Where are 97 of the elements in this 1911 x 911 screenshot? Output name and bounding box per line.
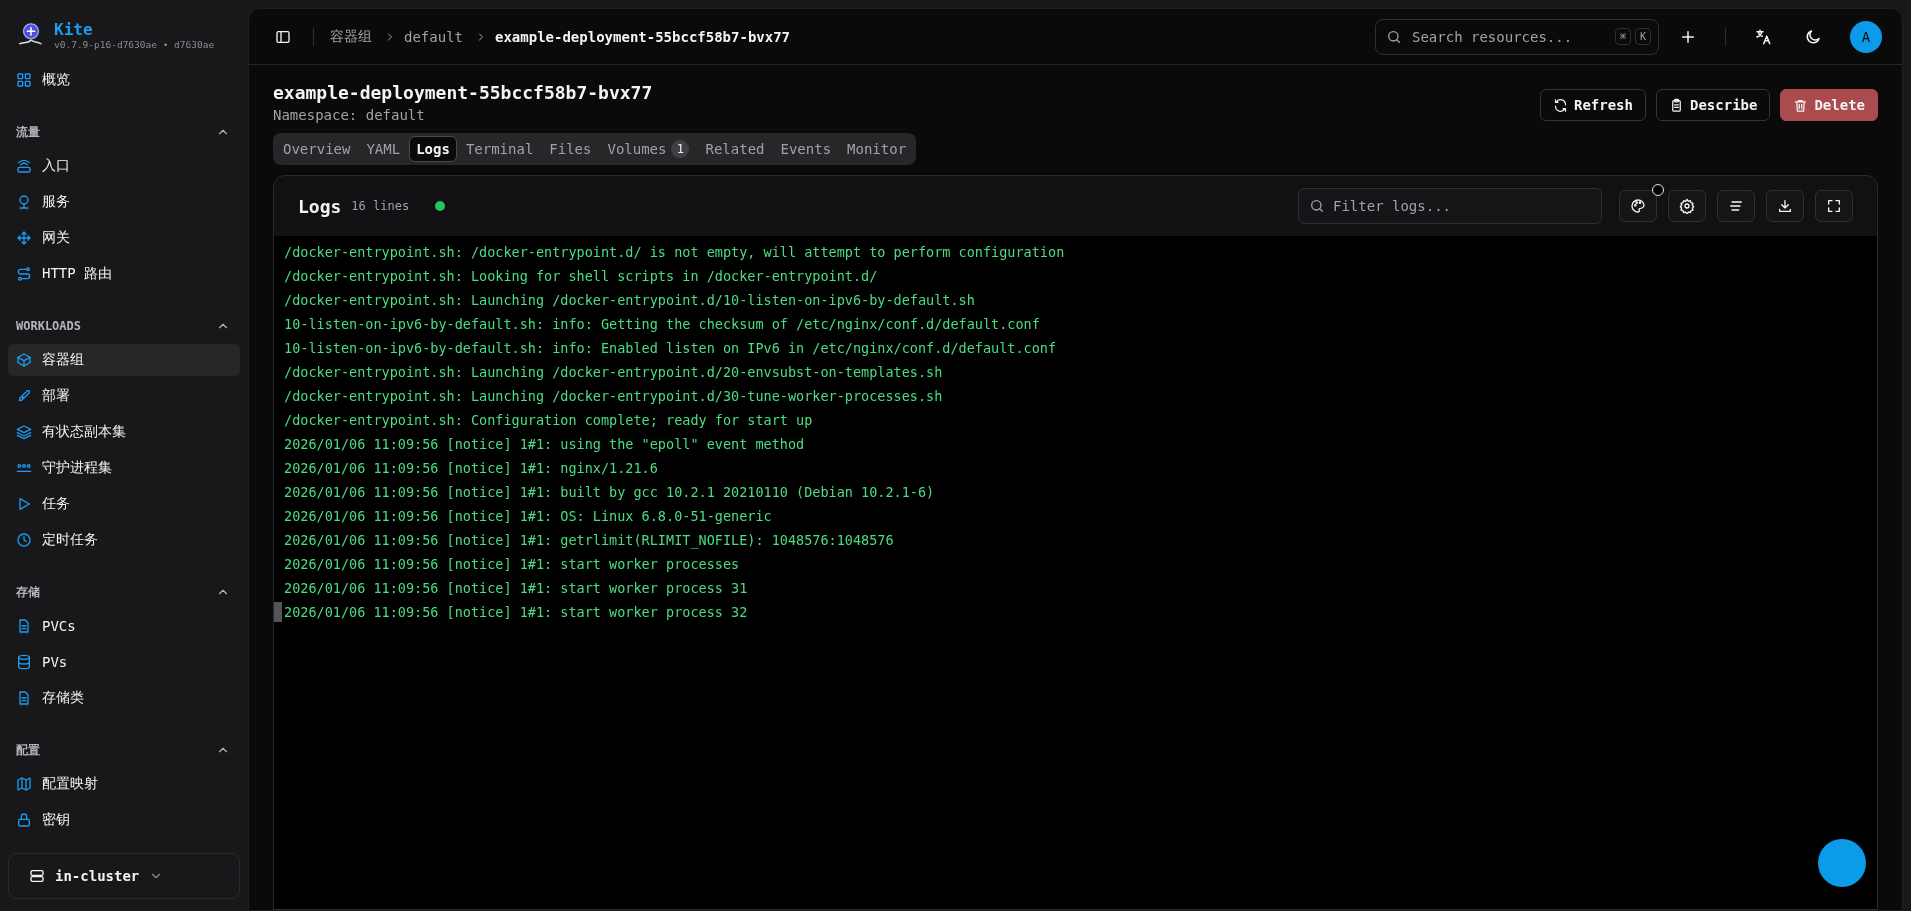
settings-icon bbox=[1679, 198, 1695, 214]
section-heading: 存储 bbox=[16, 583, 40, 601]
arrows-icon bbox=[16, 230, 32, 246]
log-line: 10-listen-on-ipv6-by-default.sh: info: Getting the checksum of /etc/nginx/conf.d/default.conf bbox=[284, 316, 1040, 332]
sidebar-item[interactable]: 定时任务 bbox=[8, 524, 240, 556]
tab[interactable]: YAML bbox=[359, 136, 408, 162]
sidebar-item[interactable]: HTTP 路由 bbox=[8, 258, 240, 290]
log-line: 2026/01/06 11:09:56 [notice] 1#1: start worker processes bbox=[284, 556, 740, 572]
palette-button[interactable] bbox=[1619, 190, 1657, 222]
play-icon bbox=[16, 496, 32, 512]
tab[interactable]: Volumes 1 bbox=[600, 136, 697, 162]
logs-title: Logs bbox=[298, 195, 342, 217]
log-line: 2026/01/06 11:09:56 [notice] 1#1: getrlimit(RLIMIT_NOFILE): 1048576:1048576 bbox=[284, 532, 894, 548]
globe-pin-icon bbox=[16, 194, 32, 210]
log-line: 2026/01/06 11:09:56 [notice] 1#1: using the "epoll" event method bbox=[284, 436, 805, 452]
sidebar-item[interactable]: 有状态副本集 bbox=[8, 416, 240, 448]
router-icon bbox=[16, 158, 32, 174]
sidebar-item[interactable]: 入口 bbox=[8, 150, 240, 182]
map-icon bbox=[16, 776, 32, 792]
database-icon bbox=[16, 654, 32, 670]
lock-icon bbox=[16, 812, 32, 828]
file-icon bbox=[16, 690, 32, 706]
version-text: v0.7.9-p16-d7630ae • d7630ae bbox=[54, 38, 215, 50]
clock-icon bbox=[16, 532, 32, 548]
grid-icon bbox=[16, 72, 32, 88]
clipboard-icon bbox=[1669, 97, 1684, 113]
app-name: Kite bbox=[54, 20, 94, 39]
namespace-text: Namespace: default bbox=[273, 106, 426, 125]
trash-icon bbox=[1793, 97, 1809, 113]
log-line: /docker-entrypoint.sh: Configuration complete; ready for start up bbox=[284, 412, 813, 428]
route-icon bbox=[16, 266, 32, 282]
search-icon bbox=[1386, 28, 1402, 45]
layers-icon bbox=[16, 424, 32, 440]
file-icon bbox=[16, 618, 32, 634]
tab[interactable]: Files bbox=[542, 136, 599, 162]
tab[interactable]: Related bbox=[698, 136, 772, 162]
log-line: 2026/01/06 11:09:56 [notice] 1#1: start worker process 31 bbox=[284, 580, 748, 596]
shortcut-key: ⌘ bbox=[1614, 27, 1631, 45]
sidebar-item[interactable]: 密钥 bbox=[8, 804, 240, 836]
breadcrumb-link[interactable]: 容器组 bbox=[330, 27, 372, 46]
tab[interactable]: Logs bbox=[409, 136, 457, 162]
refresh-icon bbox=[1552, 97, 1568, 113]
download-icon bbox=[1777, 198, 1793, 214]
fullscreen-icon bbox=[1826, 198, 1842, 214]
sidebar-item[interactable]: 概览 bbox=[8, 64, 240, 96]
sidebar-item[interactable]: PVCs bbox=[8, 610, 240, 642]
log-line: 2026/01/06 11:09:56 [notice] 1#1: OS: Linux 6.8.0-51-generic bbox=[284, 508, 772, 524]
sidebar-item[interactable]: 网关 bbox=[8, 222, 240, 254]
count-badge: 1 bbox=[671, 140, 690, 158]
breadcrumb-current: example-deployment-55bccf58b7-bvx77 bbox=[495, 28, 791, 45]
breadcrumb-link[interactable]: default bbox=[404, 28, 463, 45]
section-heading: WORKLOADS bbox=[16, 319, 82, 333]
section-heading: 配置 bbox=[16, 741, 40, 759]
server-icon bbox=[29, 868, 45, 884]
action-button[interactable]: Describe bbox=[1656, 89, 1771, 121]
log-line: 2026/01/06 11:09:56 [notice] 1#1: nginx/1.21.6 bbox=[284, 460, 658, 476]
sidebar-item[interactable]: 服务 bbox=[8, 186, 240, 218]
palette-icon bbox=[1630, 198, 1646, 214]
log-line: 10-listen-on-ipv6-by-default.sh: info: Enabled listen on IPv6 in /etc/nginx/conf.d/default.conf bbox=[284, 340, 1057, 356]
tab[interactable]: Overview bbox=[276, 136, 358, 162]
tab[interactable]: Monitor bbox=[840, 136, 914, 162]
indicator-dot bbox=[1652, 184, 1664, 196]
sidebar-item[interactable]: 部署 bbox=[8, 380, 240, 412]
translate-icon bbox=[1754, 27, 1772, 46]
lines-icon bbox=[1728, 198, 1744, 214]
log-line: /docker-entrypoint.sh: Looking for shell scripts in /docker-entrypoint.d/ bbox=[284, 268, 878, 284]
shortcut-key: K bbox=[1634, 27, 1651, 45]
log-line: 2026/01/06 11:09:56 [notice] 1#1: built by gcc 10.2.1 20210110 (Debian 10.2.1-6) bbox=[284, 484, 935, 500]
page-title: example-deployment-55bccf58b7-bvx77 bbox=[273, 81, 653, 105]
sidebar-item[interactable]: PVs bbox=[8, 646, 240, 678]
log-line: /docker-entrypoint.sh: /docker-entrypoint.d/ is not empty, will attempt to perform configuration bbox=[284, 244, 1065, 260]
log-line: /docker-entrypoint.sh: Launching /docker-entrypoint.d/20-envsubst-on-templates.sh bbox=[284, 364, 943, 380]
sidebar-item[interactable]: 配置映射 bbox=[8, 768, 240, 800]
wrap-button[interactable] bbox=[1717, 190, 1755, 222]
action-button[interactable]: Delete bbox=[1780, 89, 1878, 121]
download-button[interactable] bbox=[1766, 190, 1804, 222]
action-button[interactable]: Refresh bbox=[1539, 89, 1646, 121]
tab[interactable]: Events bbox=[773, 136, 839, 162]
tab[interactable]: Terminal bbox=[458, 136, 541, 162]
line-count: 16 lines bbox=[351, 199, 410, 213]
log-line: 2026/01/06 11:09:56 [notice] 1#1: start worker process 32 bbox=[284, 604, 748, 620]
cube-icon bbox=[16, 352, 32, 368]
sidebar-item[interactable]: 守护进程集 bbox=[8, 452, 240, 484]
settings-button[interactable] bbox=[1668, 190, 1706, 222]
moon-icon bbox=[1804, 27, 1822, 46]
section-heading: 流量 bbox=[16, 123, 40, 141]
sidebar-item[interactable]: 任务 bbox=[8, 488, 240, 520]
user-avatar[interactable]: A bbox=[1850, 20, 1882, 53]
log-line: /docker-entrypoint.sh: Launching /docker-entrypoint.d/30-tune-worker-processes.sh bbox=[284, 388, 943, 404]
log-line: /docker-entrypoint.sh: Launching /docker-entrypoint.d/10-listen-on-ipv6-by-default.sh bbox=[284, 292, 975, 308]
fullscreen-button[interactable] bbox=[1815, 190, 1853, 222]
sidebar-item[interactable]: 容器组 bbox=[8, 344, 240, 376]
cluster-selector[interactable]: in-cluster bbox=[8, 853, 240, 899]
filter-field[interactable]: Filter logs... bbox=[1298, 188, 1602, 224]
sidebar-item[interactable]: 存储类 bbox=[8, 682, 240, 714]
sidebar-icon bbox=[275, 28, 291, 45]
search-icon bbox=[1309, 198, 1325, 214]
